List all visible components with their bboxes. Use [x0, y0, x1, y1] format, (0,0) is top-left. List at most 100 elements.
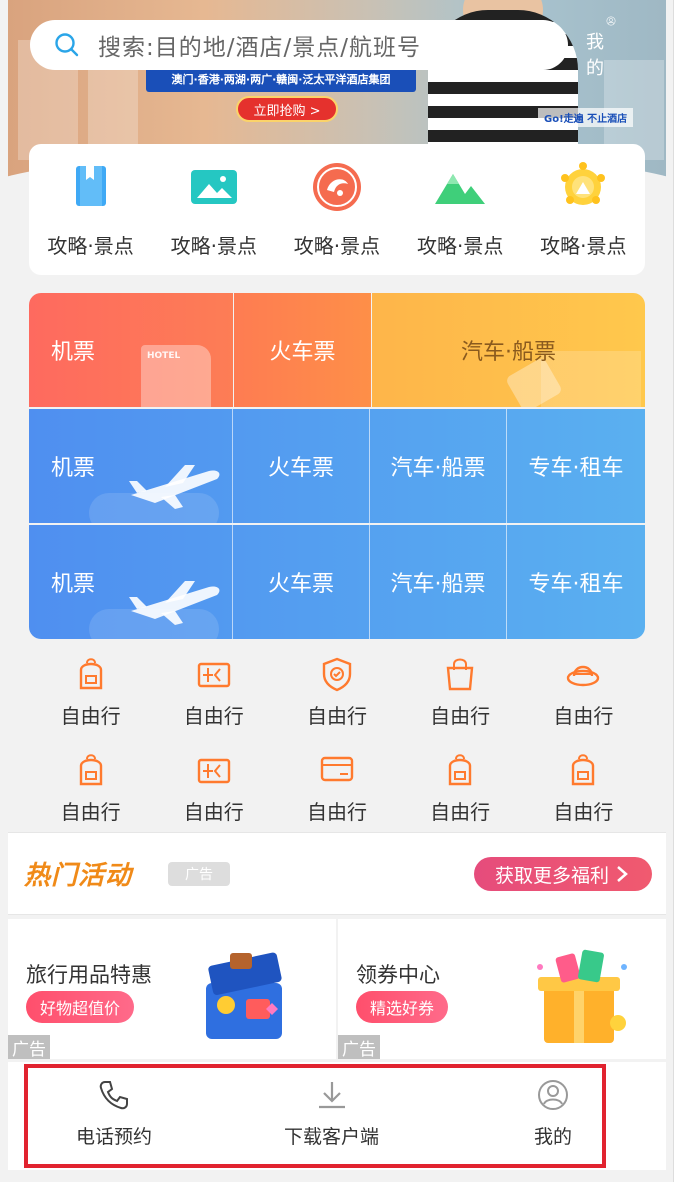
nav-download-label: 下载客户端 — [284, 1126, 380, 1148]
guide-item-label: 攻略·景点 — [540, 234, 627, 258]
service-item[interactable]: 自由行 — [36, 656, 146, 752]
more-benefits-button[interactable]: 获取更多福利 — [474, 857, 652, 891]
cell-label: 汽车·船票 — [461, 340, 556, 365]
shopping-bag-icon — [446, 658, 474, 691]
flight-cell[interactable]: 机票 — [29, 409, 232, 523]
service-label: 自由行 — [430, 800, 491, 824]
card-icon — [320, 756, 354, 782]
services-row: 自由行 自由行 自由行 自由行 自由行 — [29, 752, 645, 834]
crown-icon — [561, 162, 606, 205]
service-label: 自由行 — [553, 800, 614, 824]
guide-item-label: 攻略·景点 — [47, 234, 134, 258]
hotel-sub-cell[interactable]: 火车票 — [234, 293, 371, 407]
cell-label: 火车票 — [269, 340, 336, 365]
hot-activities-bar: 热门活动 广告 获取更多福利 — [8, 832, 666, 915]
service-label: 自由行 — [306, 800, 367, 824]
guide-card: 攻略·景点 攻略·景点 攻略·景点 攻略·景点 攻略·景点 — [29, 144, 645, 275]
promo-pill[interactable]: 好物超值价 — [26, 991, 135, 1023]
services-grid: 自由行 自由行 自由行 自由行 自由行 自由行 自由行 自由行 自由行 自由行 — [29, 656, 645, 834]
services-row: 自由行 自由行 自由行 自由行 自由行 — [29, 656, 645, 752]
car-rental-cell[interactable]: 专车·租车 — [506, 525, 645, 639]
backpack-icon — [79, 754, 102, 786]
service-item[interactable]: 自由行 — [159, 656, 269, 752]
flight-row: 机票 火车票 汽车·船票 专车·租车 — [29, 409, 645, 523]
nav-phone-booking[interactable]: 电话预约 — [76, 1078, 152, 1149]
promo-pill[interactable]: 精选好券 — [356, 991, 449, 1023]
cell-label: 机票 — [51, 340, 96, 365]
service-item[interactable]: 自由行 — [528, 656, 638, 752]
service-label: 自由行 — [60, 704, 121, 728]
shield-icon — [322, 657, 352, 692]
hotel-cell[interactable]: 机票 — [29, 293, 233, 407]
service-label: 自由行 — [553, 704, 614, 728]
car-rental-cell[interactable]: 专车·租车 — [506, 409, 645, 523]
nav-phone-label: 电话预约 — [76, 1126, 153, 1148]
service-label: 自由行 — [60, 800, 121, 824]
service-label: 自由行 — [183, 704, 244, 728]
more-benefits-label: 获取更多福利 — [494, 864, 609, 887]
guide-item-label: 攻略·景点 — [416, 234, 504, 258]
train-cell[interactable]: 火车票 — [232, 525, 369, 639]
hotel-building-icon — [141, 345, 211, 407]
cell-label: 机票 — [51, 572, 96, 597]
me-top-label: 我 的 — [586, 32, 607, 79]
service-item[interactable]: 自由行 — [405, 752, 515, 834]
sun-hat-icon — [567, 665, 600, 687]
picture-icon — [190, 170, 237, 204]
user-icon — [538, 1080, 568, 1110]
search-bar[interactable]: 搜索:目的地/酒店/景点/航班号 — [30, 20, 568, 70]
guide-item-label: 攻略·景点 — [293, 234, 381, 258]
promo-card[interactable]: 领券中心 精选好券 广告 — [338, 919, 666, 1060]
search-icon — [55, 33, 79, 57]
guide-item[interactable]: 攻略·景点 — [528, 160, 638, 275]
nav-download-app[interactable]: 下载客户端 — [284, 1078, 379, 1149]
guide-item[interactable]: 攻略·景点 — [36, 160, 146, 275]
service-label: 自由行 — [306, 704, 367, 728]
bus-ship-cell[interactable]: 汽车·船票 — [369, 409, 506, 523]
hot-activities-title: 热门活动 — [24, 861, 133, 891]
flight-cell[interactable]: 机票 — [29, 525, 232, 639]
bus-ship-cell[interactable]: 汽车·船票 — [369, 525, 506, 639]
book-icon — [75, 166, 106, 206]
service-item[interactable]: 自由行 — [282, 656, 392, 752]
service-item[interactable]: 自由行 — [405, 656, 515, 752]
service-item[interactable]: 自由行 — [282, 752, 392, 834]
nav-me-label: 我的 — [534, 1126, 573, 1148]
promo-title: 领券中心 — [356, 963, 440, 987]
airplane-icon — [129, 465, 220, 509]
flight-row: 机票 火车票 汽车·船票 专车·租车 — [29, 525, 645, 639]
promo-card[interactable]: 旅行用品特惠 好物超值价 广告 — [8, 919, 336, 1060]
cell-label: 机票 — [51, 456, 96, 481]
airplane-icon — [129, 581, 220, 625]
phone-icon — [99, 1081, 128, 1110]
nav-me[interactable]: 我的 — [534, 1078, 572, 1149]
suitcase-icon — [206, 952, 282, 1039]
user-icon — [606, 16, 616, 26]
search-input[interactable]: 搜索:目的地/酒店/景点/航班号 — [98, 28, 421, 62]
download-icon — [318, 1082, 345, 1109]
buy-now-button[interactable]: 立即抢购 > — [236, 96, 338, 122]
travel-cell[interactable]: 汽车·船票 — [372, 293, 645, 407]
me-top-button[interactable]: 我 的 — [586, 16, 636, 80]
cell-label: 火车票 — [267, 456, 334, 481]
page: 澳门·香港·两湖·两广·赣闽·泛太平洋酒店集团 立即抢购 > Go!走遍 不止酒… — [8, 0, 666, 1182]
bottom-nav: 电话预约 下载客户端 我的 — [8, 1062, 666, 1170]
service-item[interactable]: 自由行 — [528, 752, 638, 834]
ticket-icon — [197, 758, 230, 784]
ctrip-logo-icon — [312, 163, 361, 211]
train-cell[interactable]: 火车票 — [232, 409, 369, 523]
guide-item[interactable]: 攻略·景点 — [282, 160, 392, 275]
city-skyline-icon — [541, 351, 641, 407]
promo-title: 旅行用品特惠 — [26, 963, 152, 987]
guide-item[interactable]: 攻略·景点 — [405, 160, 515, 275]
service-item[interactable]: 自由行 — [159, 752, 269, 834]
guide-item[interactable]: 攻略·景点 — [159, 160, 269, 275]
hotel-row: 机票 火车票 汽车·船票 — [29, 293, 645, 407]
cell-label: 汽车·船票 — [390, 572, 486, 597]
promo-ad-label: 广告 — [8, 1035, 50, 1060]
mountain-icon — [435, 174, 486, 204]
service-item[interactable]: 自由行 — [36, 752, 146, 834]
chevron-right-icon — [617, 866, 628, 882]
backpack-icon — [572, 754, 595, 786]
promo-cards: 旅行用品特惠 好物超值价 广告 领券中心 精选好券 广告 — [8, 919, 666, 1060]
